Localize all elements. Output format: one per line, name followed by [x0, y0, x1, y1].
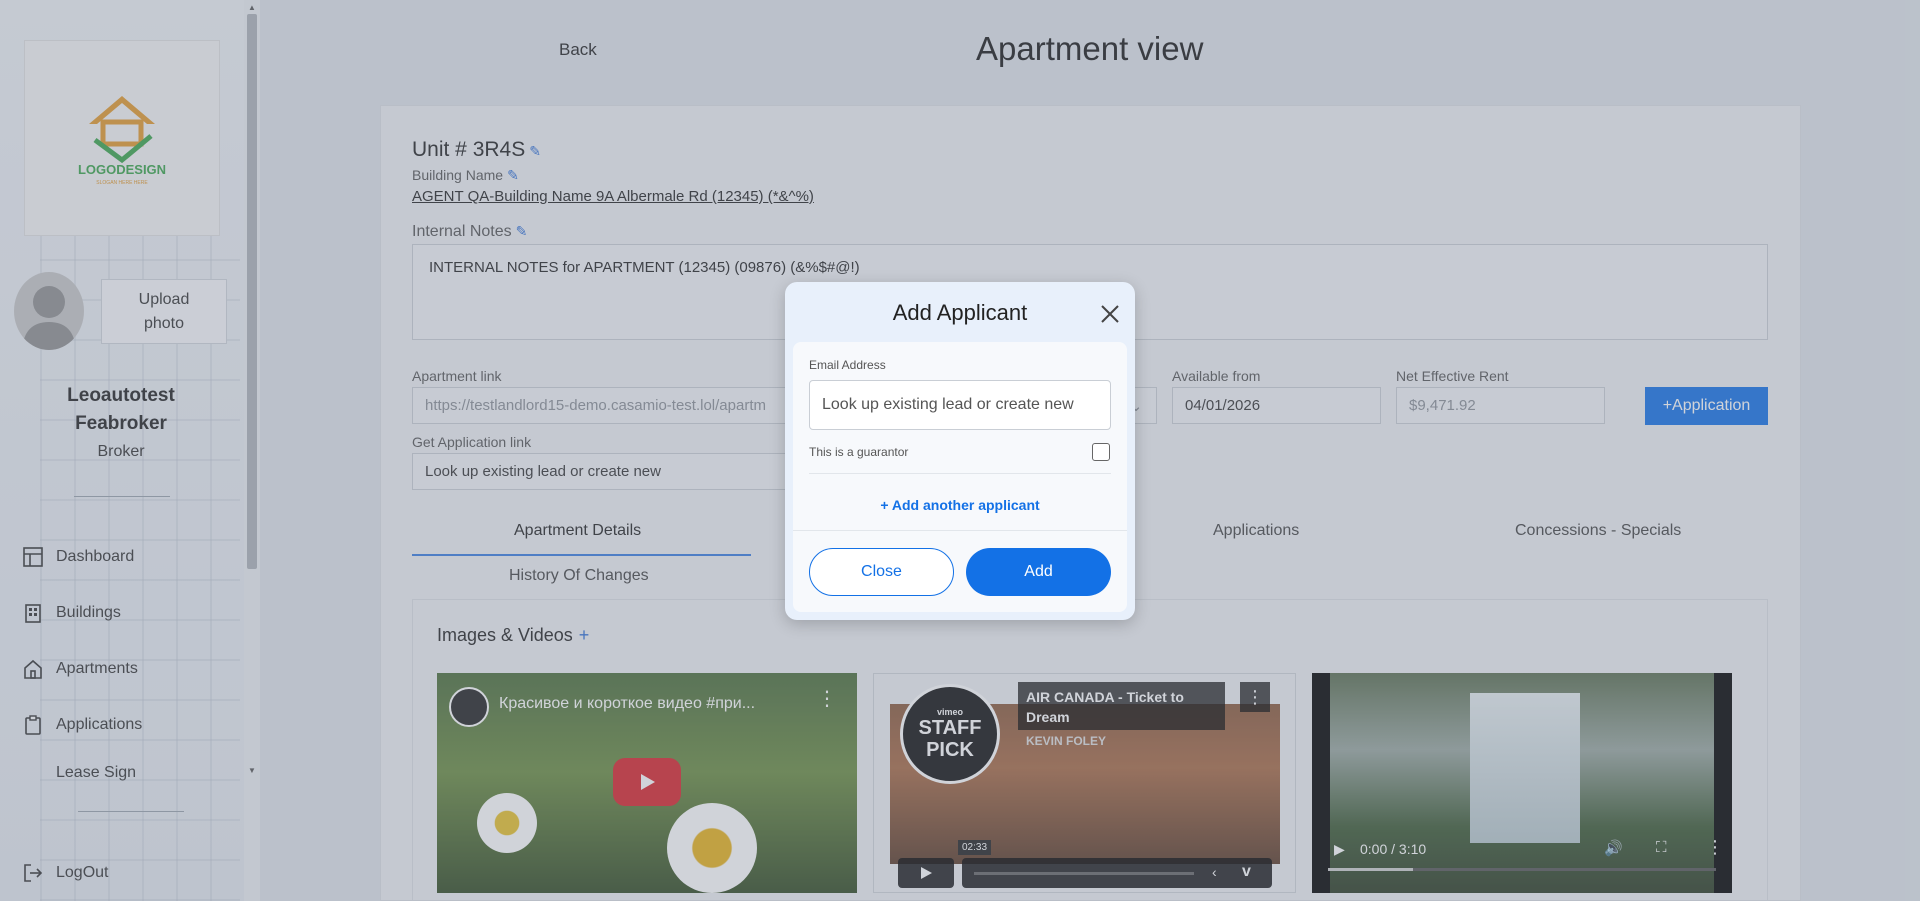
divider: [793, 530, 1127, 531]
add-button[interactable]: Add: [966, 548, 1111, 596]
add-another-applicant-link[interactable]: + Add another applicant: [785, 497, 1135, 513]
email-label: Email Address: [809, 358, 886, 372]
add-applicant-modal: Add Applicant Email Address Look up exis…: [785, 282, 1135, 620]
close-button[interactable]: Close: [809, 548, 954, 596]
close-icon[interactable]: [1099, 303, 1121, 325]
modal-title: Add Applicant: [892, 300, 1028, 325]
guarantor-label: This is a guarantor: [809, 445, 909, 459]
email-input[interactable]: Look up existing lead or create new: [809, 380, 1111, 430]
guarantor-checkbox[interactable]: [1092, 443, 1110, 461]
divider: [809, 473, 1111, 474]
